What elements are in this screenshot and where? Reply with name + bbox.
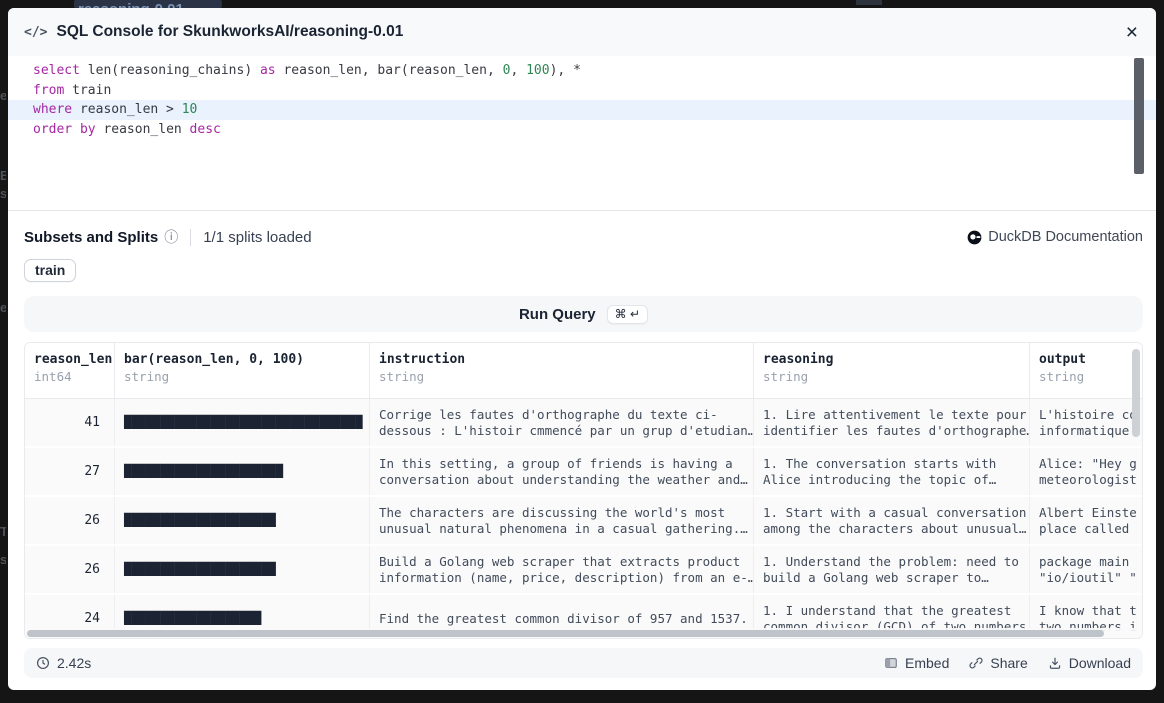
editor-scrollbar-thumb[interactable] xyxy=(1134,58,1144,174)
cell-reason-len[interactable]: 27 xyxy=(25,448,115,495)
modal-header: </> SQL Console for SkunkworksAI/reasoni… xyxy=(8,8,1156,56)
modal-title: SQL Console for SkunkworksAI/reasoning-0… xyxy=(56,23,403,41)
close-icon[interactable]: × xyxy=(1122,20,1142,45)
cell-reason-len[interactable]: 26 xyxy=(25,497,115,544)
embed-label: Embed xyxy=(905,655,949,671)
subsets-row: Subsets and Splits ⓘ 1/1 splits loaded D… xyxy=(24,227,1143,247)
cell-reasoning[interactable]: 1. The conversation starts with Alice in… xyxy=(754,448,1030,495)
column-header-reason-len: reason_lenint64 xyxy=(25,343,115,398)
cell-instruction[interactable]: In this setting, a group of friends is h… xyxy=(370,448,754,495)
embed-button[interactable]: Embed xyxy=(884,655,949,671)
subsets-title: Subsets and Splits xyxy=(24,229,158,246)
cell-bar-reason-len-0-100-[interactable]: █████████████████████████████████ xyxy=(115,399,370,446)
sql-editor[interactable]: select len(reasoning_chains) as reason_l… xyxy=(8,56,1156,211)
sql-code-line: from train xyxy=(8,81,1156,101)
table-row[interactable]: 27██████████████████████In this setting,… xyxy=(25,448,1142,497)
cell-reasoning[interactable]: 1. Start with a casual conversation amon… xyxy=(754,497,1030,544)
download-label: Download xyxy=(1069,655,1131,671)
column-header-output: outputstring xyxy=(1030,343,1143,398)
modal-body: Subsets and Splits ⓘ 1/1 splits loaded D… xyxy=(8,227,1156,678)
info-icon[interactable]: ⓘ xyxy=(164,227,178,247)
share-link-icon xyxy=(969,656,983,670)
cell-output[interactable]: L'histoire co informatique xyxy=(1030,399,1143,446)
sql-code-line: where reason_len > 10 xyxy=(8,100,1156,120)
cell-bar-reason-len-0-100-[interactable]: █████████████████████ xyxy=(115,497,370,544)
results-table: reason_lenint64bar(reason_len, 0, 100)st… xyxy=(24,342,1143,639)
table-vertical-scrollbar-thumb[interactable] xyxy=(1132,349,1140,437)
background-edge-letter: T xyxy=(0,524,6,539)
cell-output[interactable]: Alice: "Hey g meteorologist xyxy=(1030,448,1143,495)
split-chip-train[interactable]: train xyxy=(24,259,76,282)
clock-icon xyxy=(36,656,50,670)
splits-loaded-status: 1/1 splits loaded xyxy=(203,229,311,246)
splits-chips: train xyxy=(24,259,1143,282)
cell-reasoning[interactable]: 1. Lire attentivement le texte pour iden… xyxy=(754,399,1030,446)
column-header-instruction: instructionstring xyxy=(370,343,754,398)
table-row[interactable]: 26█████████████████████The characters ar… xyxy=(25,497,1142,546)
editor-scrollbar[interactable] xyxy=(1134,58,1144,206)
run-query-label: Run Query xyxy=(519,306,596,323)
table-header-row: reason_lenint64bar(reason_len, 0, 100)st… xyxy=(25,343,1142,399)
keyboard-shortcut-badge: ⌘ ↵ xyxy=(607,305,648,324)
download-button[interactable]: Download xyxy=(1048,655,1131,671)
table-row[interactable]: 41█████████████████████████████████Corri… xyxy=(25,399,1142,448)
duckdb-documentation-label: DuckDB Documentation xyxy=(988,229,1143,245)
background-edge-letter: s xyxy=(0,186,6,201)
cell-bar-reason-len-0-100-[interactable]: ██████████████████████ xyxy=(115,448,370,495)
cell-instruction[interactable]: Build a Golang web scraper that extracts… xyxy=(370,546,754,593)
table-horizontal-scrollbar-thumb[interactable] xyxy=(27,630,1104,637)
sql-code-line: select len(reasoning_chains) as reason_l… xyxy=(8,61,1156,81)
cell-reasoning[interactable]: 1. Understand the problem: need to build… xyxy=(754,546,1030,593)
divider xyxy=(190,229,191,246)
query-duration: 2.42s xyxy=(36,655,91,671)
duckdb-logo-icon xyxy=(967,230,982,245)
background-edge-letter: e xyxy=(0,300,6,315)
sql-code: select len(reasoning_chains) as reason_l… xyxy=(8,61,1156,139)
query-duration-value: 2.42s xyxy=(57,655,91,671)
share-label: Share xyxy=(990,655,1027,671)
share-button[interactable]: Share xyxy=(969,655,1027,671)
footer-actions: Embed Share Download xyxy=(884,655,1131,671)
cell-reason-len[interactable]: 26 xyxy=(25,546,115,593)
sql-console-modal: </> SQL Console for SkunkworksAI/reasoni… xyxy=(8,8,1156,690)
cell-bar-reason-len-0-100-[interactable]: █████████████████████ xyxy=(115,546,370,593)
cell-output[interactable]: package main "io/ioutil" " xyxy=(1030,546,1143,593)
background-page-title-fragment: reasoning-0.01 xyxy=(74,0,222,8)
column-header-reasoning: reasoningstring xyxy=(754,343,1030,398)
table-row[interactable]: 26█████████████████████Build a Golang we… xyxy=(25,546,1142,595)
background-edge-letter: s xyxy=(0,552,6,567)
column-header-bar-reason-len-0-100-: bar(reason_len, 0, 100)string xyxy=(115,343,370,398)
background-page-fragment xyxy=(856,0,882,5)
cell-output[interactable]: Albert Einste place called xyxy=(1030,497,1143,544)
table-body: 41█████████████████████████████████Corri… xyxy=(25,399,1142,639)
run-query-button[interactable]: Run Query ⌘ ↵ xyxy=(24,296,1143,332)
download-icon xyxy=(1048,656,1062,670)
cell-instruction[interactable]: The characters are discussing the world'… xyxy=(370,497,754,544)
cell-instruction[interactable]: Corrige les fautes d'orthographe du text… xyxy=(370,399,754,446)
background-edge-letter: B xyxy=(0,168,6,183)
background-edge-letter: e xyxy=(0,88,6,103)
table-horizontal-scrollbar[interactable] xyxy=(25,628,1142,638)
duckdb-documentation-link[interactable]: DuckDB Documentation xyxy=(967,229,1143,245)
cell-reason-len[interactable]: 41 xyxy=(25,399,115,446)
code-icon: </> xyxy=(24,25,47,40)
sql-code-line: order by reason_len desc xyxy=(8,120,1156,140)
embed-icon xyxy=(884,656,898,670)
results-footer: 2.42s Embed Share xyxy=(24,648,1143,678)
